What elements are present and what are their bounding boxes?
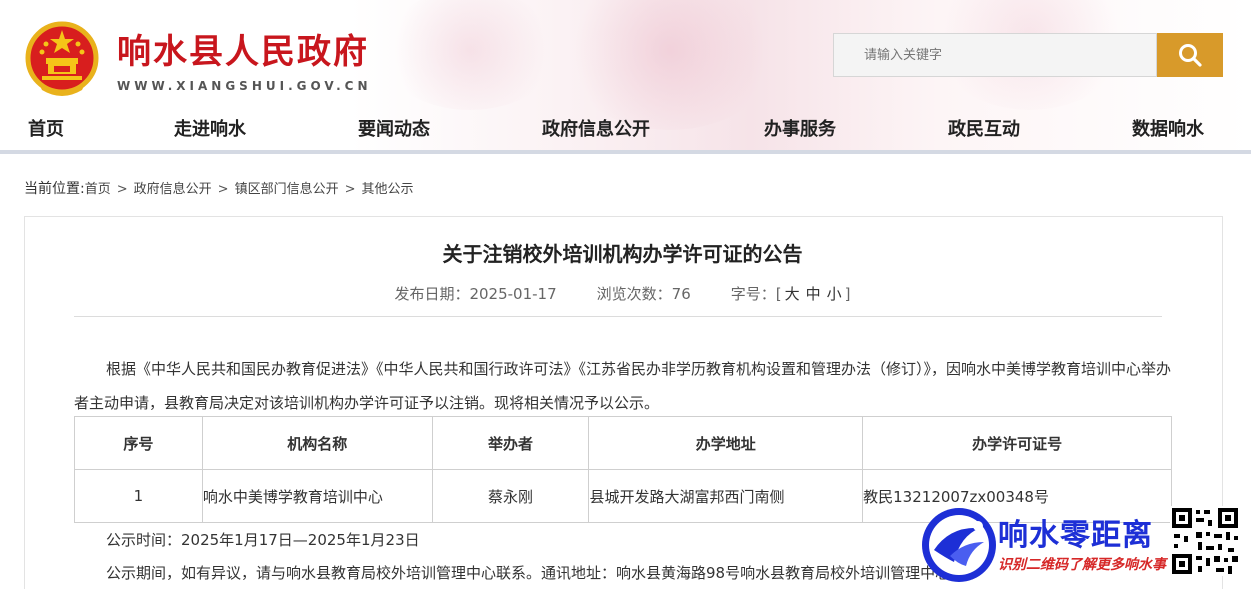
table-header-row: 序号 机构名称 举办者 办学地址 办学许可证号 xyxy=(74,416,1172,470)
national-emblem-icon xyxy=(25,21,99,96)
table-cell-index: 1 xyxy=(74,469,203,523)
table-header-address: 办学地址 xyxy=(588,416,864,470)
breadcrumb: 当前位置:首页 > 政府信息公开 > 镇区部门信息公开 > 其他公示 xyxy=(24,178,414,198)
font-size-label: 字号：[ xyxy=(730,285,782,303)
nav-item-services[interactable]: 办事服务 xyxy=(764,115,836,141)
qr-code-icon[interactable] xyxy=(1170,506,1240,576)
watermark-logo-icon xyxy=(922,508,996,582)
table-cell-address: 县城开发路大湖富邦西门南侧 xyxy=(588,469,864,523)
article-paragraph: 根据《中华人民共和国民办教育促进法》《中华人民共和国行政许可法》《江苏省民办非学… xyxy=(74,360,1172,412)
main-nav: 首页 走进响水 要闻动态 政府信息公开 办事服务 政民互动 数据响水 xyxy=(0,103,1251,147)
notice-period: 公示时间：2025年1月17日—2025年1月23日 xyxy=(106,531,420,549)
nav-item-data[interactable]: 数据响水 xyxy=(1132,115,1204,141)
nav-item-news[interactable]: 要闻动态 xyxy=(358,115,430,141)
font-size-large[interactable]: 大 xyxy=(785,285,800,303)
article-title: 关于注销校外培训机构办学许可证的公告 xyxy=(442,242,803,266)
font-size-close: ] xyxy=(844,285,851,303)
font-size-small[interactable]: 小 xyxy=(827,285,842,303)
font-size-medium[interactable]: 中 xyxy=(806,285,821,303)
breadcrumb-separator: > xyxy=(116,182,128,197)
site-domain: WWW.XIANGSHUI.GOV.CN xyxy=(117,79,372,93)
breadcrumb-separator: > xyxy=(217,182,229,197)
view-count: 浏览次数：76 xyxy=(596,285,691,303)
nav-item-about[interactable]: 走进响水 xyxy=(174,115,246,141)
site-title[interactable]: 响水县人民政府 xyxy=(117,24,369,73)
watermark-overlay: 响水零距离 识别二维码了解更多响水事 xyxy=(920,502,1251,589)
search-icon xyxy=(1179,44,1202,67)
table-cell-organizer: 蔡永刚 xyxy=(431,469,590,523)
search-button[interactable] xyxy=(1157,33,1223,77)
site-header: 响水县人民政府 WWW.XIANGSHUI.GOV.CN 首页 走进响水 要闻动… xyxy=(0,0,1251,152)
table-header-license-no: 办学许可证号 xyxy=(862,416,1172,470)
notice-contact: 公示期间，如有异议，请与响水县教育局校外培训管理中心联系。通讯地址：响水县黄海路… xyxy=(106,564,966,582)
table-cell-org-name: 响水中美博学教育培训中心 xyxy=(201,469,433,523)
watermark-subtitle: 识别二维码了解更多响水事 xyxy=(998,557,1166,573)
table-header-org-name: 机构名称 xyxy=(201,416,433,470)
breadcrumb-home[interactable]: 首页 xyxy=(85,182,111,197)
header-blossom-decoration xyxy=(380,0,560,110)
nav-item-interaction[interactable]: 政民互动 xyxy=(948,115,1020,141)
breadcrumb-separator: > xyxy=(344,182,356,197)
article-meta: 发布日期：2025-01-17 浏览次数：76 字号：[大中小] xyxy=(0,283,1245,304)
nav-item-home[interactable]: 首页 xyxy=(28,115,64,141)
breadcrumb-gov-info[interactable]: 政府信息公开 xyxy=(134,182,212,197)
breadcrumb-dept-info[interactable]: 镇区部门信息公开 xyxy=(235,182,339,197)
nav-item-gov-info[interactable]: 政府信息公开 xyxy=(542,115,650,141)
table-header-organizer: 举办者 xyxy=(431,416,590,470)
breadcrumb-lead: 当前位置: xyxy=(24,181,85,197)
breadcrumb-other-notices[interactable]: 其他公示 xyxy=(361,182,413,197)
nav-divider xyxy=(0,150,1251,154)
search-input[interactable] xyxy=(833,33,1157,77)
title-divider xyxy=(74,316,1162,317)
table-header-index: 序号 xyxy=(74,416,203,470)
watermark-name: 响水零距离 xyxy=(998,518,1153,553)
publish-date: 发布日期：2025-01-17 xyxy=(394,285,557,303)
page: 响水县人民政府 WWW.XIANGSHUI.GOV.CN 首页 走进响水 要闻动… xyxy=(0,0,1251,589)
